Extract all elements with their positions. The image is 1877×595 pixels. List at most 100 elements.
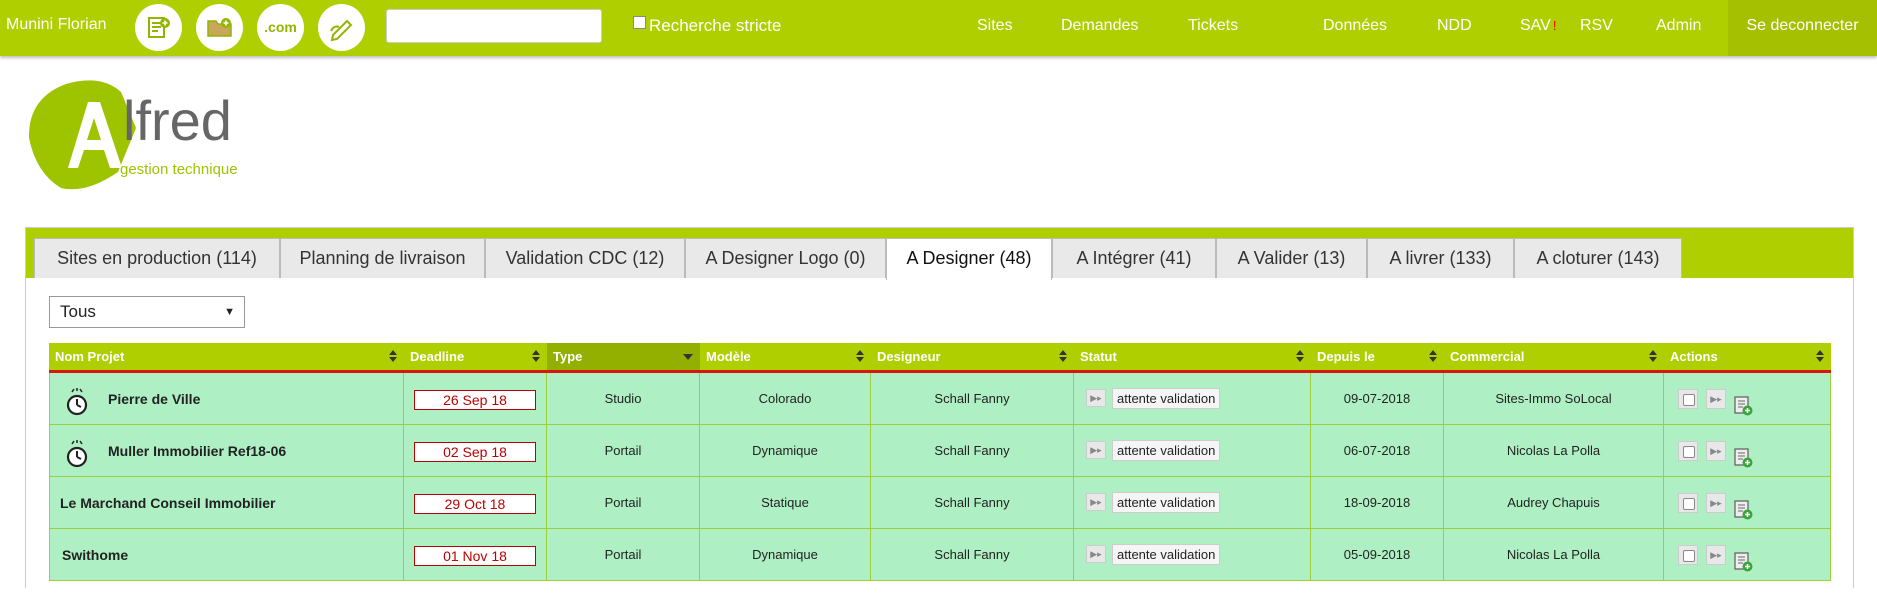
col-statut[interactable]: Statut [1074, 343, 1311, 370]
status-badge: attente validation [1112, 440, 1221, 461]
logo-subtitle: gestion technique [120, 161, 238, 178]
cell-statut: ▶▸ attente validation [1074, 373, 1311, 425]
nav-ndd[interactable]: NDD [1437, 17, 1472, 35]
cell-modele: Statique [700, 477, 871, 529]
cell-statut: ▶▸ attente validation [1074, 425, 1311, 477]
cell-deadline: 29 Oct 18 [404, 477, 547, 529]
tab-a-designer[interactable]: A Designer (48) [886, 238, 1052, 280]
tab-sites-en-production[interactable]: Sites en production (114) [34, 238, 280, 278]
project-name[interactable]: Muller Immobilier Ref18-06 [108, 443, 286, 459]
project-name[interactable]: Le Marchand Conseil Immobilier [60, 495, 276, 511]
col-commercial[interactable]: Commercial [1444, 343, 1664, 370]
project-name[interactable]: Swithome [62, 547, 128, 563]
col-designeur[interactable]: Designeur [871, 343, 1074, 370]
designeur-value: Schall Fanny [934, 391, 1010, 406]
tab-planning-de-livraison[interactable]: Planning de livraison [280, 238, 485, 278]
strict-search-checkbox[interactable] [633, 16, 646, 29]
modele-value: Colorado [758, 391, 812, 406]
status-badge: attente validation [1112, 388, 1221, 409]
search-input[interactable] [386, 9, 602, 43]
cell-commercial: Sites-Immo SoLocal [1444, 373, 1664, 425]
col-depuis-le[interactable]: Depuis le [1311, 343, 1444, 370]
domain-icon[interactable]: .com [257, 4, 304, 51]
nav-demandes[interactable]: Demandes [1061, 17, 1138, 35]
tab-a-livrer[interactable]: A livrer (133) [1367, 238, 1514, 278]
tab-a-designer-logo[interactable]: A Designer Logo (0) [685, 238, 886, 278]
col-label: Modèle [706, 349, 751, 364]
next-step-icon[interactable]: ▶▸ [1706, 545, 1726, 565]
strict-search-toggle[interactable]: Recherche stricte [633, 16, 781, 36]
cell-depuis-le: 06-07-2018 [1311, 425, 1444, 477]
tab-a-integrer[interactable]: A Intégrer (41) [1052, 238, 1216, 278]
nav-donnees[interactable]: Données [1323, 17, 1387, 35]
advance-status-icon[interactable]: ▶▸ [1086, 493, 1106, 511]
cell-commercial: Audrey Chapuis [1444, 477, 1664, 529]
type-value: Portail [604, 495, 642, 510]
nav-sites[interactable]: Sites [977, 17, 1013, 35]
table-row[interactable]: Le Marchand Conseil Immobilier 29 Oct 18 P… [49, 477, 1831, 529]
type-value: Portail [604, 443, 642, 458]
select-checkbox[interactable] [1678, 389, 1698, 409]
nav-tickets[interactable]: Tickets [1188, 17, 1238, 35]
next-step-icon[interactable]: ▶▸ [1706, 493, 1726, 513]
project-name[interactable]: Pierre de Ville [108, 391, 200, 407]
advance-status-icon[interactable]: ▶▸ [1086, 545, 1106, 563]
col-label: Designeur [877, 349, 941, 364]
cell-nom-projet[interactable]: Muller Immobilier Ref18-06 [49, 425, 404, 477]
cell-nom-projet[interactable]: Le Marchand Conseil Immobilier [49, 477, 404, 529]
cell-nom-projet[interactable]: Pierre de Ville [49, 373, 404, 425]
folder-add-icon[interactable] [196, 4, 243, 51]
modele-value: Dynamique [752, 547, 818, 562]
col-label: Depuis le [1317, 349, 1375, 364]
select-checkbox[interactable] [1678, 441, 1698, 461]
top-navbar: Munini Florian .com Recherche stricte Si… [0, 0, 1877, 56]
table-row[interactable]: Pierre de Ville 26 Sep 18 Studio Colorado Sc… [49, 373, 1831, 425]
sort-up-icon [1059, 350, 1067, 355]
sort-down-icon [1649, 357, 1657, 362]
advance-status-icon[interactable]: ▶▸ [1086, 441, 1106, 459]
user-name[interactable]: Munini Florian [6, 16, 106, 34]
tab-a-cloturer[interactable]: A cloturer (143) [1514, 238, 1682, 278]
cell-designeur: Schall Fanny [871, 373, 1074, 425]
cell-type: Portail [547, 529, 700, 581]
nav-sav-label: SAV [1520, 17, 1551, 34]
modele-value: Statique [761, 495, 809, 510]
advance-status-icon[interactable]: ▶▸ [1086, 389, 1106, 407]
select-checkbox[interactable] [1678, 545, 1698, 565]
table-row[interactable]: Muller Immobilier Ref18-06 02 Sep 18 Porta… [49, 425, 1831, 477]
chevron-down-icon: ▼ [224, 306, 235, 318]
filter-select[interactable]: Tous ▼ [49, 296, 245, 328]
sort-up-icon [389, 350, 397, 355]
next-step-icon[interactable]: ▶▸ [1706, 441, 1726, 461]
nav-admin[interactable]: Admin [1656, 17, 1701, 35]
cell-nom-projet[interactable]: Swithome [49, 529, 404, 581]
cell-type: Portail [547, 477, 700, 529]
col-type[interactable]: Type [547, 343, 700, 370]
logout-button[interactable]: Se deconnecter [1728, 0, 1877, 56]
tab-a-valider[interactable]: A Valider (13) [1216, 238, 1367, 278]
col-modele[interactable]: Modèle [700, 343, 871, 370]
next-step-icon[interactable]: ▶▸ [1706, 389, 1726, 409]
select-checkbox[interactable] [1678, 493, 1698, 513]
table-row[interactable]: Swithome 01 Nov 18 Portail Dynamique Schall … [49, 529, 1831, 581]
tab-validation-cdc[interactable]: Validation CDC (12) [485, 238, 685, 278]
col-deadline[interactable]: Deadline [404, 343, 547, 370]
nav-rsv[interactable]: RSV [1580, 17, 1613, 35]
cell-type: Studio [547, 373, 700, 425]
sort-down-icon [389, 357, 397, 362]
col-actions[interactable]: Actions [1664, 343, 1831, 370]
nav-sav[interactable]: SAV! [1520, 17, 1556, 35]
cell-actions: ▶▸ [1664, 529, 1831, 581]
add-note-icon[interactable] [1732, 543, 1754, 595]
deadline-badge: 01 Nov 18 [414, 545, 536, 566]
alfred-logo[interactable]: lfred gestion technique [26, 78, 266, 201]
designeur-value: Schall Fanny [934, 443, 1010, 458]
document-add-icon[interactable] [135, 4, 182, 51]
col-nom-projet[interactable]: Nom Projet [49, 343, 404, 370]
sort-up-icon [1816, 350, 1824, 355]
edit-icon[interactable] [318, 4, 365, 51]
cell-commercial: Nicolas La Polla [1444, 529, 1664, 581]
sort-down-icon [1296, 357, 1304, 362]
deadline-badge: 26 Sep 18 [414, 389, 536, 410]
depuis-value: 09-07-2018 [1343, 391, 1411, 406]
